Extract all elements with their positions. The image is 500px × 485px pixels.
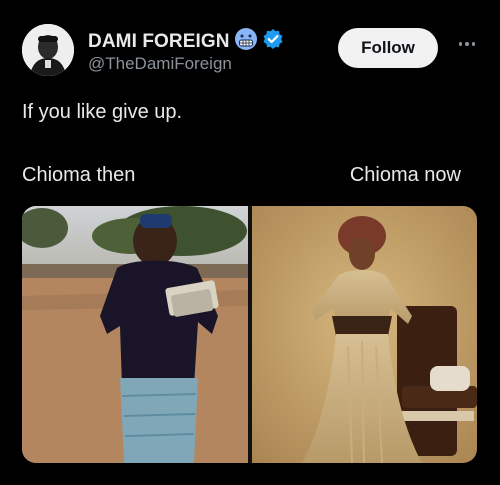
more-dot <box>458 42 463 46</box>
more-horizontal-icon[interactable] <box>452 34 482 54</box>
author-handle[interactable]: @TheDamiForeign <box>88 54 232 74</box>
more-dot <box>465 42 469 46</box>
author-avatar[interactable] <box>22 24 74 76</box>
tweet-header: DAMI FOREIGN @TheDamiForeign Follow <box>22 24 482 80</box>
follow-button[interactable]: Follow <box>338 28 438 68</box>
author-display-name[interactable]: DAMI FOREIGN <box>88 31 230 53</box>
grimacing-face-emoji-icon <box>234 27 258 56</box>
more-dot <box>471 42 476 46</box>
caption-now: Chioma now <box>349 164 461 186</box>
caption-then: Chioma then <box>22 164 136 186</box>
photo-now[interactable] <box>252 206 477 463</box>
tweet-media-grid <box>22 206 477 463</box>
author-name-row: DAMI FOREIGN <box>88 27 284 56</box>
verified-check-icon[interactable] <box>262 28 284 55</box>
tweet-text: If you like give up. <box>22 101 183 123</box>
photo-then[interactable] <box>22 206 248 463</box>
